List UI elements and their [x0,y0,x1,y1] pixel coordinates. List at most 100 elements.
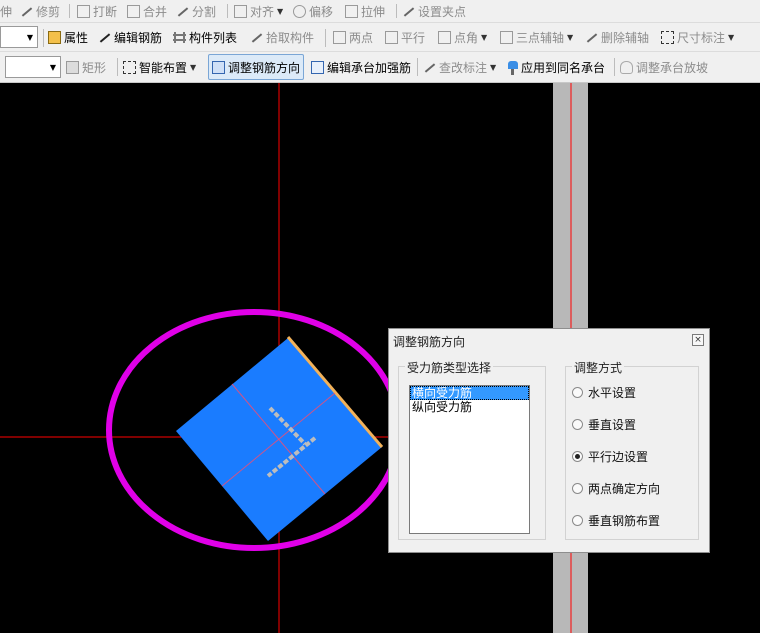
radio-button[interactable] [572,451,583,462]
floor-combo[interactable]: ▼ [0,26,38,48]
split-button[interactable]: 分割 [176,0,216,22]
merge-label: 合并 [143,4,168,19]
align-label: 对齐 [250,4,275,19]
extend-button[interactable]: 伸 [0,0,12,22]
point-angle-label: 点角 [454,30,479,45]
pick-component-button[interactable]: 拾取构件 [250,23,314,51]
align-button[interactable]: 对齐 ▼ [234,0,283,22]
dimension-icon [661,30,674,44]
radio-vertical[interactable]: 垂直设置 [572,416,636,433]
three-point-axis-button[interactable]: 三点辅轴 ▼ [500,23,573,51]
edit-rebar-button[interactable]: 编辑钢筋 [98,23,162,51]
adjust-rebar-direction-button[interactable]: 调整钢筋方向 [208,54,305,80]
rebar-type-listbox[interactable]: 横向受力筋 纵向受力筋 [409,385,530,534]
chevron-down-icon: ▼ [26,32,34,42]
dialog-title: 调整钢筋方向 [393,335,466,349]
radio-button[interactable] [572,483,583,494]
properties-button[interactable]: 属性 [48,23,88,51]
radio-label: 垂直钢筋布置 [588,514,661,528]
adjust-rebar-direction-dialog: 调整钢筋方向 × 受力筋类型选择 横向受力筋 纵向受力筋 调整方式 水平设置 垂… [388,328,710,553]
merge-button[interactable]: 合并 [127,0,167,22]
component-toolbar: ▼ 属性 编辑钢筋 构件列表 拾取构件 两点 平行 点角 ▼ 三点辅轴 ▼ 删除辅轴… [0,23,760,52]
grip-icon [402,5,415,18]
adjust-rebar-direction-label: 调整钢筋方向 [228,60,301,75]
separator [227,4,228,18]
point-angle-icon [438,30,451,44]
component-list-label: 构件列表 [189,30,238,45]
pick-component-label: 拾取构件 [266,30,315,45]
delete-axis-button[interactable]: 删除辅轴 [585,23,649,51]
edit-rebar-icon [98,31,111,44]
split-label: 分割 [192,4,217,19]
adjust-mode-group-title: 调整方式 [572,359,625,376]
radio-horizontal[interactable]: 水平设置 [572,384,636,401]
set-grip-button[interactable]: 设置夹点 [402,0,466,22]
adjust-rebar-direction-icon [212,60,225,74]
set-grip-label: 设置夹点 [418,4,467,19]
delete-axis-label: 删除辅轴 [601,30,650,45]
check-annotation-label: 查改标注 [439,60,488,75]
draw-mode-combo[interactable]: ▼ [5,56,61,78]
stretch-button[interactable]: 拉伸 [345,0,385,22]
dimension-button[interactable]: 尺寸标注 ▼ [661,23,734,51]
trim-icon [20,5,33,18]
radio-two-point[interactable]: 两点确定方向 [572,480,660,497]
offset-button[interactable]: 偏移 [293,0,333,22]
two-point-label: 两点 [349,30,374,45]
align-icon [234,4,247,18]
three-point-axis-icon [500,30,513,44]
radio-label: 垂直设置 [588,418,637,432]
adjust-mode-group: 调整方式 水平设置 垂直设置 平行边设置 两点确定方向 垂直钢筋布置 [565,359,699,540]
rectangle-icon [66,60,79,74]
radio-button[interactable] [572,419,583,430]
list-item[interactable]: 纵向受力筋 [410,400,529,414]
two-point-button[interactable]: 两点 [333,23,373,51]
dimension-label: 尺寸标注 [677,30,726,45]
parallel-button[interactable]: 平行 [385,23,425,51]
smart-layout-button[interactable]: 智能布置 ▼ [123,52,196,82]
radio-vertical-rebar[interactable]: 垂直钢筋布置 [572,512,660,529]
radio-button[interactable] [572,515,583,526]
edit-rebar-label: 编辑钢筋 [114,30,163,45]
component-list-button[interactable]: 构件列表 [173,23,237,51]
close-icon[interactable]: × [692,334,704,346]
stretch-label: 拉伸 [361,4,386,19]
radio-button[interactable] [572,387,583,398]
break-button[interactable]: 打断 [77,0,117,22]
break-label: 打断 [93,4,118,19]
radio-parallel-edge[interactable]: 平行边设置 [572,448,648,465]
radio-label: 平行边设置 [588,450,649,464]
chevron-down-icon: ▼ [490,62,497,72]
edit-cap-reinforcement-button[interactable]: 编辑承台加强筋 [311,52,411,82]
offset-label: 偏移 [309,4,334,19]
list-item[interactable]: 横向受力筋 [410,386,529,400]
chevron-down-icon: ▼ [481,32,488,42]
adjust-cap-slope-button[interactable]: 调整承台放坡 [620,52,708,82]
rectangle-button[interactable]: 矩形 [66,52,106,82]
radio-label: 两点确定方向 [588,482,661,496]
point-angle-button[interactable]: 点角 ▼ [438,23,487,51]
edit-cap-reinforcement-label: 编辑承台加强筋 [327,60,412,75]
smart-layout-label: 智能布置 [139,60,188,75]
merge-icon [127,4,140,18]
trim-button[interactable]: 修剪 [20,0,60,22]
draw-toolbar: ▼ 矩形 智能布置 ▼ 调整钢筋方向 编辑承台加强筋 查改标注 ▼ 应用到同名承台 … [0,52,760,83]
two-point-icon [333,30,346,44]
apply-same-cap-icon [508,61,518,75]
parallel-label: 平行 [401,30,426,45]
chevron-down-icon: ▼ [567,32,574,42]
check-annotation-button[interactable]: 查改标注 ▼ [423,52,496,82]
edit-cap-reinforcement-icon [311,60,324,74]
trim-label: 修剪 [36,4,61,19]
apply-same-cap-button[interactable]: 应用到同名承台 [508,52,605,82]
parallel-icon [385,30,398,44]
extend-label: 伸 [0,4,13,19]
apply-same-cap-label: 应用到同名承台 [521,60,606,75]
component-list-icon [173,31,186,44]
offset-icon [293,4,306,18]
separator [43,29,44,47]
chevron-down-icon: ▼ [49,62,57,72]
check-annotation-icon [423,61,436,74]
chevron-down-icon: ▼ [277,6,284,16]
break-icon [77,4,90,18]
